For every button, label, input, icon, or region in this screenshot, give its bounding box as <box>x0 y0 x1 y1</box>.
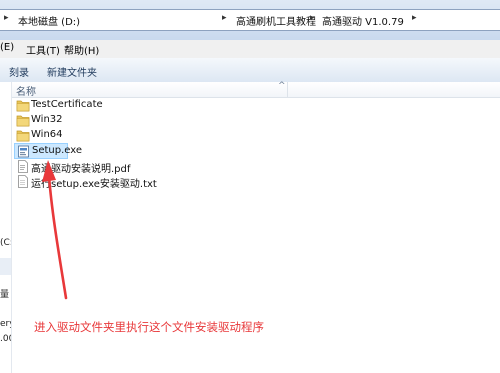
list-item-win32[interactable]: Win32 <box>14 113 314 129</box>
column-name-label: 名称 <box>16 87 36 98</box>
burn-button[interactable]: 刻录 <box>9 64 29 79</box>
menu-tools[interactable]: 工具(T) <box>26 42 60 57</box>
breadcrumb-separator-icon[interactable]: ▸ <box>310 13 315 23</box>
list-item-pdf[interactable]: 高通驱动安装说明.pdf <box>14 159 314 175</box>
nav-item-fragment[interactable]: ery <box>0 319 11 329</box>
file-name: Win32 <box>31 114 63 125</box>
nav-highlight <box>0 258 11 275</box>
navigation-pane[interactable]: (C: 量 (I ery .00 <box>0 82 12 373</box>
nav-item-fragment[interactable]: .00 <box>0 334 11 344</box>
text-file-icon <box>18 175 28 188</box>
breadcrumb-separator-icon[interactable]: ▸ <box>412 13 417 23</box>
command-toolbar: 刻录 新建文件夹 <box>0 58 500 83</box>
file-name: Win64 <box>31 129 63 140</box>
list-item-setup-exe[interactable]: Setup.exe <box>14 143 82 159</box>
file-name: 运行setup.exe安装驱动.txt <box>31 179 157 190</box>
breadcrumb-separator-icon[interactable]: ▸ <box>4 13 9 23</box>
folder-icon <box>16 130 30 142</box>
breadcrumb-tutorial[interactable]: 高通刷机工具教程 <box>236 13 316 28</box>
menu-help[interactable]: 帮助(H) <box>64 42 99 57</box>
address-bar-area: ▸ 本地磁盘 (D:) ▸ 高通刷机工具教程 ▸ 高通驱动 V1.0.79 ▸ <box>0 0 500 40</box>
folder-icon <box>16 115 30 127</box>
file-name: TestCertificate <box>31 99 103 110</box>
new-folder-button[interactable]: 新建文件夹 <box>47 64 97 79</box>
list-item-txt[interactable]: 运行setup.exe安装驱动.txt <box>14 174 314 190</box>
column-divider[interactable] <box>287 82 288 97</box>
installer-icon <box>18 145 29 158</box>
list-item-testcertificate[interactable]: TestCertificate <box>14 98 314 114</box>
file-name: 高通驱动安装说明.pdf <box>31 164 131 175</box>
nav-item-fragment[interactable]: 量 (I <box>0 287 11 300</box>
sort-caret-icon[interactable]: ^ <box>278 81 286 91</box>
menu-edit[interactable]: (E) <box>0 42 14 53</box>
breadcrumb-driver[interactable]: 高通驱动 V1.0.79 <box>322 13 404 28</box>
nav-item-c-drive[interactable]: (C: <box>0 238 11 248</box>
file-name: Setup.exe <box>32 145 83 156</box>
breadcrumb-drive[interactable]: 本地磁盘 (D:) <box>18 13 80 28</box>
annotation-text: 进入驱动文件夹里执行这个文件安装驱动程序 <box>34 320 264 334</box>
address-bar[interactable]: ▸ 本地磁盘 (D:) ▸ 高通刷机工具教程 ▸ 高通驱动 V1.0.79 ▸ <box>0 9 500 31</box>
breadcrumb-separator-icon[interactable]: ▸ <box>222 13 227 23</box>
menu-bar: (E) 工具(T) 帮助(H) <box>0 40 500 59</box>
column-header-name[interactable]: 名称 ^ <box>12 81 500 98</box>
pdf-file-icon <box>18 160 28 173</box>
list-item-win64[interactable]: Win64 <box>14 128 314 144</box>
folder-icon <box>16 100 30 112</box>
